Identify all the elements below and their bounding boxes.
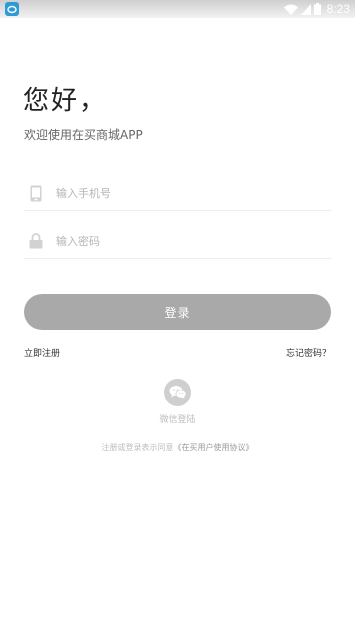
agreement-prefix: 注册或登录表示同意 bbox=[101, 443, 174, 452]
password-field bbox=[24, 224, 331, 259]
status-time: 8:23 bbox=[326, 2, 350, 16]
signal-icon bbox=[300, 3, 311, 15]
status-icons: 8:23 bbox=[283, 1, 350, 17]
wechat-login-button[interactable] bbox=[164, 379, 191, 406]
password-input[interactable] bbox=[56, 234, 306, 248]
agreement-text: 注册或登录表示同意《在买用户使用协议》 bbox=[0, 442, 355, 453]
app-notification-icon bbox=[5, 2, 19, 16]
register-link[interactable]: 立即注册 bbox=[24, 346, 60, 359]
login-button[interactable]: 登录 bbox=[24, 294, 331, 330]
wechat-icon bbox=[169, 386, 186, 399]
battery-icon bbox=[313, 3, 321, 15]
agreement-link[interactable]: 《在买用户使用协议》 bbox=[174, 443, 254, 452]
welcome-subtitle: 欢迎使用在买商城APP bbox=[24, 128, 143, 142]
wechat-login-label: 微信登陆 bbox=[159, 415, 196, 425]
phone-field bbox=[24, 176, 331, 211]
phone-input[interactable] bbox=[56, 186, 306, 200]
phone-icon bbox=[28, 184, 44, 202]
wifi-icon bbox=[283, 4, 298, 15]
status-bar: 8:23 bbox=[0, 0, 355, 18]
forgot-password-link[interactable]: 忘记密码？ bbox=[286, 346, 331, 359]
lock-icon bbox=[28, 232, 44, 250]
greeting-title: 您好， bbox=[23, 86, 108, 116]
